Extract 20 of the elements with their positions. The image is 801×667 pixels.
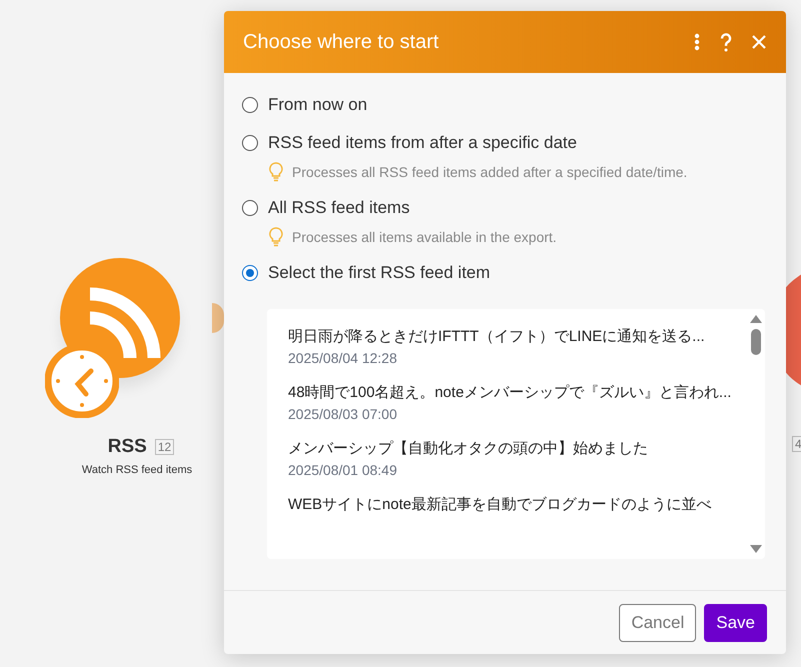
- cancel-button[interactable]: Cancel: [619, 604, 696, 642]
- feed-item-title[interactable]: 明日雨が降るときだけIFTTT（イフト）でLINEに通知を送る...: [288, 327, 747, 346]
- option-label[interactable]: RSS feed items from after a specific date: [268, 133, 577, 153]
- dialog-title: Choose where to start: [243, 30, 440, 54]
- feed-item-title[interactable]: 48時間で100名超え。noteメンバーシップで『ズルい』と言われ...: [288, 383, 747, 402]
- feed-item-title[interactable]: メンバーシップ【自動化オタクの頭の中】始めました: [288, 439, 747, 458]
- module-count: 4: [792, 436, 801, 452]
- option-label[interactable]: All RSS feed items: [268, 198, 410, 218]
- option-label[interactable]: Select the first RSS feed item: [268, 263, 490, 283]
- module-subtitle: Watch RSS feed items: [82, 464, 192, 476]
- feed-item-date: 2025/08/03 07:00: [288, 406, 398, 422]
- option-hint: Processes all RSS feed items added after a specified date/time.: [292, 164, 688, 180]
- module-count: 12: [154, 439, 174, 455]
- feed-item-title[interactable]: WEBサイトにnote最新記事を自動でブログカードのように並べ: [288, 495, 747, 514]
- feed-item-date: 2025/08/01 08:49: [288, 462, 398, 478]
- option-label[interactable]: From now on: [268, 95, 368, 115]
- module-title: RSS: [108, 436, 147, 458]
- feed-item-date: 2025/08/04 12:28: [288, 350, 398, 366]
- option-hint: Processes all items available in the export.: [292, 229, 557, 245]
- save-button[interactable]: Save: [704, 604, 767, 642]
